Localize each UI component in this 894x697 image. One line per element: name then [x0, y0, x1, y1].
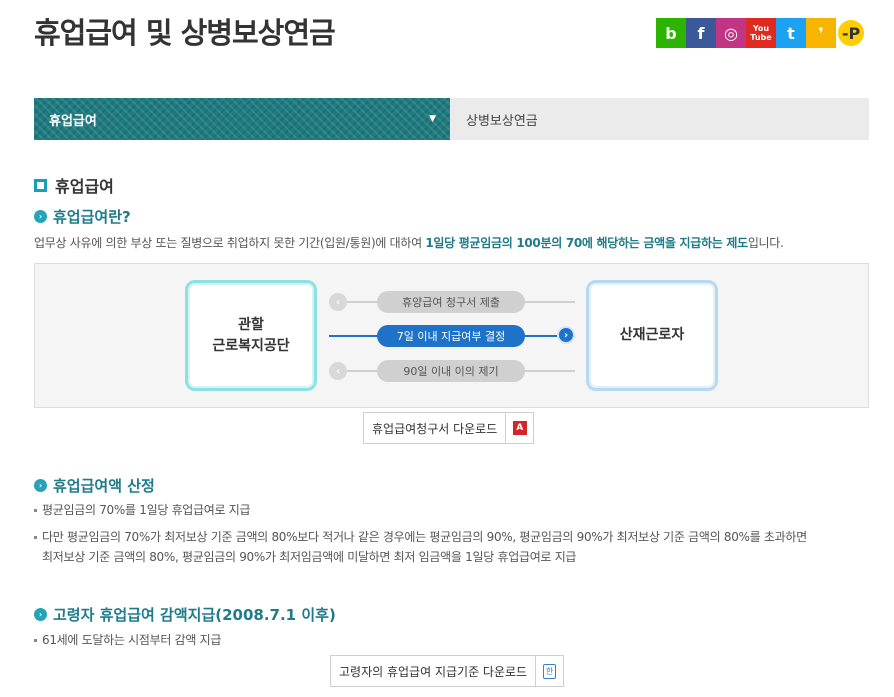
- hwp-glyph: 한: [543, 663, 557, 679]
- arrow-right-icon: ›: [557, 326, 575, 344]
- description: 업무상 사유에 의한 부상 또는 질병으로 취업하지 못한 기간(입원/통원)에…: [34, 234, 784, 251]
- list-item: 다만 평균임금의 70%가 최저보상 기준 금액의 80%보다 적거나 같은 경…: [34, 527, 807, 567]
- pdf-glyph: A: [512, 421, 527, 435]
- chevron-right-icon: ›: [34, 608, 47, 621]
- subheading-elderly: › 고령자 휴업급여 감액지급(2008.7.1 이후): [34, 604, 336, 625]
- tab-bar: 휴업급여 ▼ 상병보상연금: [34, 98, 869, 140]
- elderly-list: 61세에 도달하는 시점부터 감액 지급: [34, 630, 221, 650]
- subheading-calculation: › 휴업급여액 산정: [34, 475, 155, 496]
- process-diagram: 관할 근로복지공단 산재근로자 ‹ 휴양급여 청구서 제출 7일 이내 지급여부…: [34, 263, 869, 408]
- youtube-icon[interactable]: You Tube: [746, 18, 776, 48]
- node-label-line2: 근로복지공단: [212, 337, 290, 354]
- twitter-icon[interactable]: t: [776, 18, 806, 48]
- list-item-line: 최저보상 기준 금액의 80%, 평균임금의 90%가 최저임금액에 미달하면 …: [42, 550, 577, 564]
- download-label: 고령자의 휴업급여 지급기준 다운로드: [339, 664, 528, 679]
- download-label: 휴업급여청구서 다운로드: [372, 421, 498, 436]
- step-appeal: 90일 이내 이의 제기: [377, 360, 525, 382]
- pdf-icon: A: [505, 413, 533, 443]
- social-links: b f ◎ You Tube t ❜ -P: [656, 18, 866, 48]
- list-item: 61세에 도달하는 시점부터 감액 지급: [34, 630, 221, 650]
- claim-form-download-button[interactable]: 휴업급여청구서 다운로드 A: [363, 412, 535, 444]
- kakaostory-icon[interactable]: ❜: [806, 18, 836, 48]
- chevron-right-icon: ›: [34, 479, 47, 492]
- list-item: 평균임금의 70%를 1일당 휴업급여로 지급: [34, 500, 807, 520]
- description-highlight: 1일당 평균임금의 100분의 70에 해당하는 금액을 지급하는 제도: [425, 236, 748, 250]
- subheading-text: 휴업급여란?: [53, 208, 131, 226]
- arrow-left-icon: ‹: [329, 293, 347, 311]
- caret-down-icon: ▼: [429, 114, 436, 124]
- page-title: 휴업급여 및 상병보상연금: [34, 16, 336, 50]
- hwp-icon: 한: [535, 656, 563, 686]
- elderly-criteria-download-button[interactable]: 고령자의 휴업급여 지급기준 다운로드 한: [330, 655, 565, 687]
- section-title-text: 휴업급여: [55, 177, 114, 196]
- arrow-left-icon: ‹: [329, 362, 347, 380]
- facebook-icon[interactable]: f: [686, 18, 716, 48]
- subheading-text: 고령자 휴업급여 감액지급(2008.7.1 이후): [53, 606, 336, 624]
- chevron-right-icon: ›: [34, 210, 47, 223]
- tab-sick-leave-benefit[interactable]: 휴업급여 ▼: [34, 98, 450, 140]
- step-payment-decision: 7일 이내 지급여부 결정: [377, 325, 525, 347]
- subheading-what-is: › 휴업급여란?: [34, 206, 131, 227]
- calculation-list: 평균임금의 70%를 1일당 휴업급여로 지급 다만 평균임금의 70%가 최저…: [34, 500, 807, 567]
- node-injured-worker: 산재근로자: [586, 280, 718, 391]
- blog-icon[interactable]: b: [656, 18, 686, 48]
- description-text: 업무상 사유에 의한 부상 또는 질병으로 취업하지 못한 기간(입원/통원)에…: [34, 236, 426, 250]
- node-label-line1: 관할: [238, 316, 264, 333]
- tab-injury-pension[interactable]: 상병보상연금: [450, 98, 869, 140]
- list-item-line: 다만 평균임금의 70%가 최저보상 기준 금액의 80%보다 적거나 같은 경…: [42, 530, 807, 544]
- instagram-icon[interactable]: ◎: [716, 18, 746, 48]
- node-labor-welfare-service: 관할 근로복지공단: [185, 280, 317, 391]
- square-bullet-icon: [34, 178, 47, 192]
- step-claim-submission: 휴양급여 청구서 제출: [377, 291, 525, 313]
- description-end: 입니다.: [747, 236, 784, 250]
- subheading-text: 휴업급여액 산정: [53, 477, 155, 495]
- section-title: 휴업급여: [34, 173, 114, 197]
- tab-label: 휴업급여: [49, 113, 97, 129]
- kakaopay-icon[interactable]: -P: [838, 20, 864, 46]
